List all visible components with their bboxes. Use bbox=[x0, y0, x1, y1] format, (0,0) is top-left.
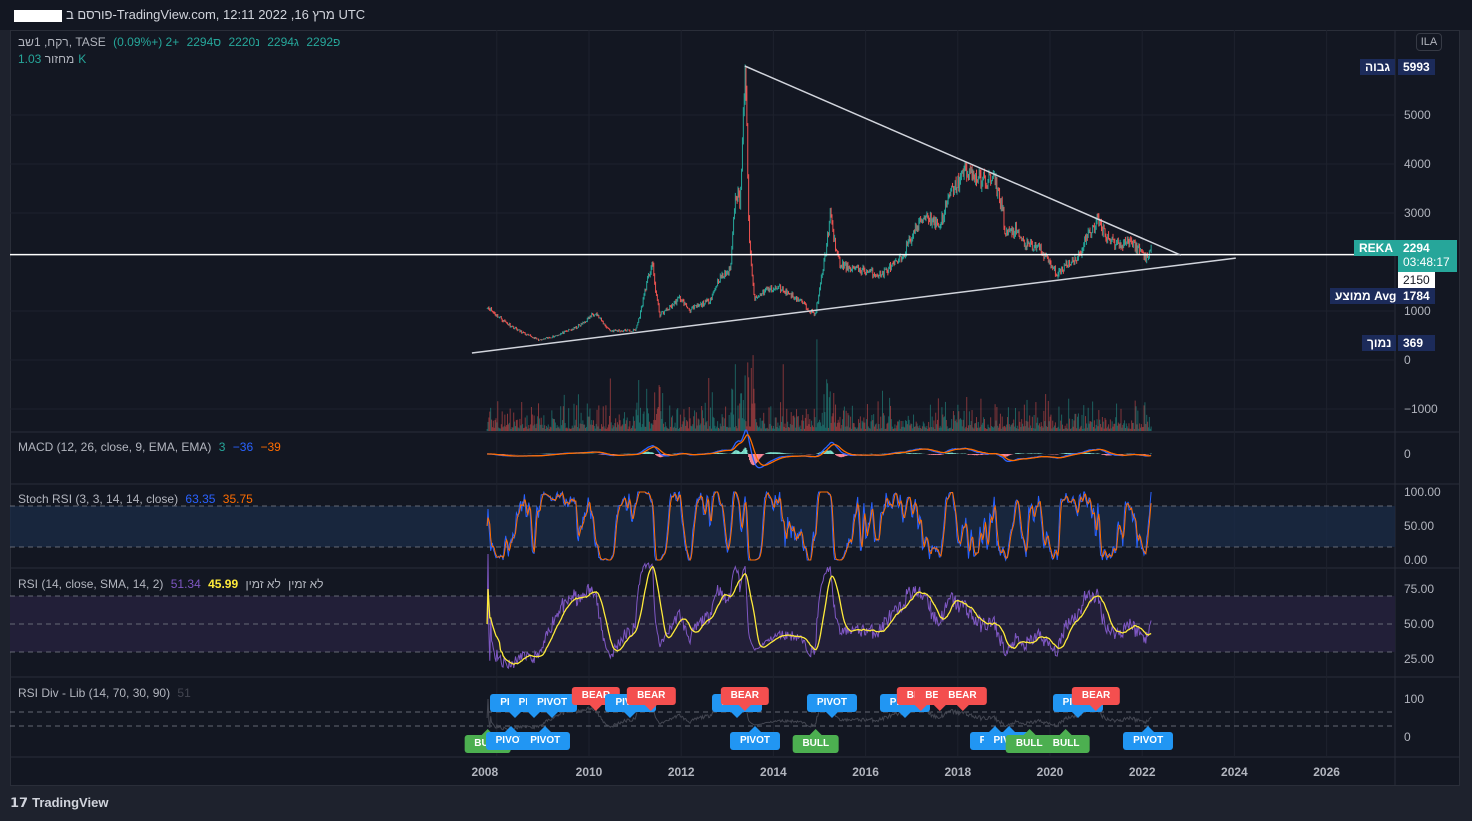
rsi-na-value: לא זמין bbox=[288, 577, 324, 591]
tv-logo-icon: 𝟭𝟳 bbox=[10, 795, 29, 810]
avg-tag-value: 1784 bbox=[1398, 288, 1435, 304]
stoch-band bbox=[10, 506, 1395, 547]
divergence-label-pivot: PIVOT bbox=[520, 726, 571, 750]
stoch-axis-label: 0.00 bbox=[1404, 553, 1428, 567]
brand-name: TradingView bbox=[32, 795, 109, 810]
rsi-label: RSI (14, close, SMA, 14, 2) bbox=[18, 577, 164, 591]
time-axis-label: 2014 bbox=[760, 765, 787, 779]
time-axis-label: 2008 bbox=[471, 765, 499, 779]
stoch-legend[interactable]: Stoch RSI (3, 3, 14, 14, close) 63.35 35… bbox=[18, 492, 257, 506]
price-axis-label: 1000 bbox=[1404, 304, 1431, 318]
price-axis-label: 5000 bbox=[1404, 108, 1431, 122]
macd-legend[interactable]: MACD (12, 26, close, 9, EMA, EMA) 3 −36 … bbox=[18, 440, 285, 454]
volume-label: מחזור bbox=[44, 52, 75, 66]
macd-signal-line bbox=[487, 434, 1152, 466]
price-axis-label: 0 bbox=[1404, 353, 1411, 367]
bar-countdown: 03:48:17 bbox=[1403, 255, 1450, 269]
open-value: פ2292 bbox=[306, 35, 341, 49]
hline-price-tag: 2150 bbox=[1398, 272, 1435, 288]
stoch-label: Stoch RSI (3, 3, 14, 14, close) bbox=[18, 492, 179, 506]
symbol-name[interactable]: רקח, 1שב, TASE bbox=[18, 35, 106, 49]
divergence-label-bear: BEAR bbox=[938, 687, 987, 711]
divergence-label-bull: BULL bbox=[792, 729, 840, 753]
currency-badge[interactable]: ILA bbox=[1416, 33, 1442, 51]
macd-line bbox=[487, 429, 1152, 469]
tradingview-logo[interactable]: 𝟭𝟳 TradingView bbox=[10, 795, 108, 811]
price-axis-label: 4000 bbox=[1404, 157, 1431, 171]
rsi-legend[interactable]: RSI (14, close, SMA, 14, 2) 51.34 45.99 … bbox=[18, 577, 328, 591]
rsidiv-legend[interactable]: RSI Div - Lib (14, 70, 30, 90) 51 bbox=[18, 686, 195, 700]
stoch-axis-label: 50.00 bbox=[1404, 519, 1435, 533]
stoch-axis-label: 100.00 bbox=[1404, 485, 1441, 499]
rsi-na-value-2: לא זמין bbox=[245, 577, 281, 591]
stoch-k-value: 63.35 bbox=[185, 492, 216, 506]
low-tag-label: נמוך bbox=[1362, 335, 1397, 351]
high-tag-label: גבוה bbox=[1360, 59, 1396, 75]
divergence-label-pivot: PIVOT bbox=[527, 694, 578, 718]
divergence-label-pivot: PIVOT bbox=[729, 726, 780, 750]
low-tag-value: 369 bbox=[1398, 335, 1435, 351]
time-axis-label: 2016 bbox=[852, 765, 879, 779]
divergence-label-bear: BEAR bbox=[720, 687, 769, 711]
macd-signal-value: −39 bbox=[260, 440, 281, 454]
rsi-value: 51.34 bbox=[170, 577, 201, 591]
rsi-axis-label: 75.00 bbox=[1404, 582, 1435, 596]
rsidiv-axis-label: 100 bbox=[1404, 692, 1425, 706]
time-axis-label: 2022 bbox=[1128, 765, 1156, 779]
time-axis-label: 2012 bbox=[667, 765, 695, 779]
high-value: ג2294 bbox=[267, 35, 299, 49]
rsidiv-value: 51 bbox=[177, 686, 191, 700]
macd-label: MACD (12, 26, close, 9, EMA, EMA) bbox=[18, 440, 212, 454]
price-axis-label: 3000 bbox=[1404, 206, 1431, 220]
trendline bbox=[744, 65, 1182, 256]
last-price-tag: 2294 03:48:17 bbox=[1398, 240, 1457, 272]
rsi-axis-label: 50.00 bbox=[1404, 617, 1435, 631]
divergence-label-bear: BEAR bbox=[1071, 687, 1121, 711]
divergence-label-bull: BULL bbox=[1042, 729, 1090, 753]
low-value: נ2220 bbox=[228, 35, 260, 49]
time-axis-label: 2018 bbox=[944, 765, 972, 779]
time-axis-label: 2010 bbox=[575, 765, 603, 779]
divergence-label-pivot: PIVOT bbox=[1123, 726, 1174, 750]
volume-legend: מחזור 1.03K bbox=[18, 52, 90, 66]
divergence-label-pivot: PIVOT bbox=[806, 694, 857, 718]
time-axis-label: 2020 bbox=[1036, 765, 1064, 779]
divergence-label-bear: BEAR bbox=[627, 687, 676, 711]
trendline bbox=[471, 257, 1236, 354]
price-axis-label: −1000 bbox=[1404, 402, 1438, 416]
macd-hist-value: 3 bbox=[218, 440, 226, 454]
close-value: ס2294 bbox=[186, 35, 222, 49]
rsidiv-label: RSI Div - Lib (14, 70, 30, 90) bbox=[18, 686, 171, 700]
stoch-d-value: 35.75 bbox=[222, 492, 253, 506]
change-value: +2 (+0.09%) bbox=[113, 35, 180, 49]
high-tag-value: 5993 bbox=[1398, 59, 1435, 75]
rsi-axis-label: 25.00 bbox=[1404, 652, 1435, 666]
last-price: 2294 bbox=[1403, 241, 1430, 255]
avg-tag-label: ממוצע Avg bbox=[1330, 288, 1402, 304]
time-axis-label: 2024 bbox=[1221, 765, 1248, 779]
macd-value: −36 bbox=[232, 440, 254, 454]
rsidiv-axis-label: 0 bbox=[1404, 730, 1411, 744]
symbol-tag: REKA bbox=[1354, 240, 1399, 256]
symbol-legend: רקח, 1שב, TASE פ2292 ג2294 נ2220 ס2294 +… bbox=[18, 35, 344, 49]
macd-axis-label: 0 bbox=[1404, 447, 1411, 461]
time-axis-label: 2026 bbox=[1313, 765, 1340, 779]
rsi-ma-value: 45.99 bbox=[208, 577, 239, 591]
